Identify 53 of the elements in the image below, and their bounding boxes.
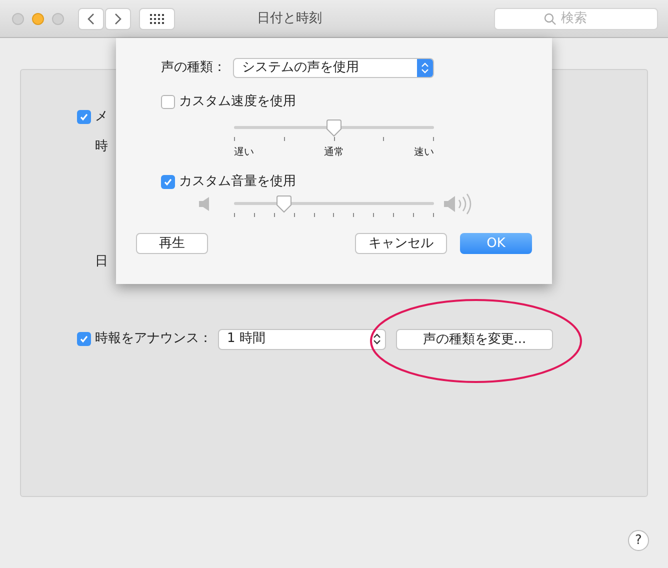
checkbox-label: カスタム音量を使用 bbox=[179, 173, 296, 192]
tick-mark bbox=[234, 213, 235, 217]
sheet-button[interactable]: キャンセル bbox=[355, 233, 447, 254]
tick-mark bbox=[284, 137, 285, 141]
speaker-quiet-icon bbox=[198, 196, 212, 212]
window-title: 日付と時刻 bbox=[257, 10, 322, 28]
grid-icon bbox=[150, 14, 164, 24]
tick-mark bbox=[234, 137, 235, 141]
change-voice-button[interactable]: 声の種類を変更... bbox=[396, 328, 553, 350]
search-icon bbox=[544, 12, 556, 24]
tick-mark bbox=[314, 213, 315, 217]
tick-mark bbox=[433, 137, 434, 141]
checkbox-label: メ bbox=[95, 108, 108, 126]
tick-label: 速い bbox=[414, 146, 434, 160]
checkbox[interactable] bbox=[77, 110, 91, 124]
checkbox-label: カスタム速度を使用 bbox=[179, 93, 296, 112]
show-all-button[interactable] bbox=[139, 8, 175, 30]
slider-thumb[interactable] bbox=[325, 119, 343, 137]
tick-label: 通常 bbox=[324, 146, 344, 160]
checkmark-icon bbox=[79, 112, 89, 122]
checkmark-icon bbox=[163, 177, 173, 187]
interval-popup[interactable]: 1 時間 bbox=[218, 328, 386, 350]
field-label: 時 bbox=[95, 139, 108, 154]
checkbox[interactable] bbox=[161, 175, 175, 189]
tick-mark bbox=[432, 213, 434, 217]
voice-label: 声の種類： bbox=[161, 59, 227, 78]
forward-button[interactable] bbox=[105, 8, 131, 30]
tick-mark bbox=[294, 213, 295, 217]
sheet-button[interactable]: 再生 bbox=[136, 233, 208, 254]
search-field[interactable]: 検索 bbox=[494, 8, 658, 30]
checkbox-label: 時報をアナウンス： bbox=[95, 330, 213, 348]
back-button[interactable] bbox=[78, 8, 104, 30]
field-label: 日 bbox=[95, 254, 108, 269]
tick-label: 遅い bbox=[234, 146, 254, 160]
tick-mark bbox=[373, 213, 374, 217]
tick-mark bbox=[383, 137, 384, 141]
up-down-icon bbox=[373, 333, 381, 345]
checkbox[interactable] bbox=[161, 95, 175, 109]
tick-mark bbox=[274, 213, 275, 217]
tick-mark bbox=[353, 213, 354, 217]
voice-popup[interactable]: システムの声を使用 bbox=[233, 58, 434, 78]
minimize-button[interactable] bbox=[32, 12, 44, 24]
chevron-left-icon bbox=[87, 12, 95, 24]
help-button[interactable]: ? bbox=[628, 530, 649, 551]
checkmark-icon bbox=[79, 334, 89, 344]
tick-mark bbox=[254, 213, 255, 217]
slider-thumb[interactable] bbox=[275, 195, 293, 213]
chevron-right-icon bbox=[114, 12, 122, 24]
tick-mark bbox=[413, 213, 414, 217]
tick-mark bbox=[333, 213, 334, 217]
up-down-icon bbox=[421, 62, 429, 74]
tick-mark bbox=[393, 213, 394, 217]
checkbox[interactable] bbox=[77, 332, 91, 346]
